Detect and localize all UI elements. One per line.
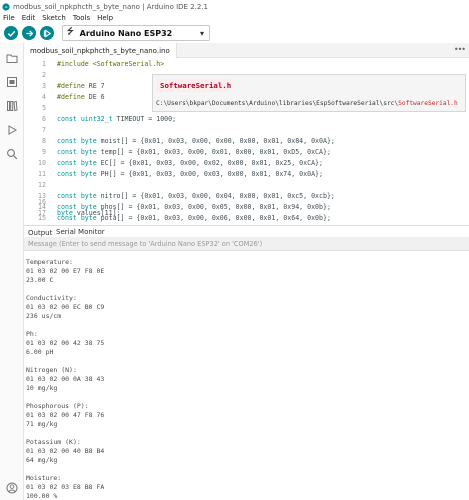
line-number: 5 [42, 103, 46, 112]
line-number: 4 [42, 92, 46, 101]
code-line-4: #define DE 6 [57, 92, 105, 101]
search-icon[interactable] [6, 145, 18, 160]
title-bar: ∞ modbus_soil_npkphcth_s_byte_nano | Ard… [0, 0, 469, 13]
check-icon [7, 30, 15, 37]
code-line-17: byte values[11]; [57, 208, 121, 217]
serial-line: 64 mg/kg [26, 456, 58, 464]
debug-side-icon[interactable] [6, 121, 18, 135]
serial-line: 6.00 pH [26, 348, 54, 356]
chevron-down-icon: ▾ [199, 29, 204, 38]
include-hover-tooltip: SoftwareSerial.h C:\Users\bkpar\Document… [152, 74, 466, 112]
toolbar: ⭍ Arduino Nano ESP32 ▾ [0, 23, 469, 43]
serial-line: 236 us/cm [26, 312, 62, 320]
activity-sidebar [0, 43, 24, 500]
serial-line: 23.00 C [26, 276, 54, 284]
serial-message-input[interactable] [28, 239, 408, 249]
code-line-1: #include <SoftwareSerial.h> [57, 59, 165, 68]
account-icon[interactable] [6, 479, 18, 494]
line-number: 3 [42, 81, 46, 90]
line-number: 9 [42, 147, 46, 156]
menu-sketch[interactable]: Sketch [42, 14, 66, 22]
hover-path[interactable]: C:\Users\bkpar\Documents\Arduino\librari… [156, 100, 458, 107]
sketchbook-folder-icon[interactable] [6, 49, 18, 63]
tab-sketch[interactable]: modbus_soil_npkphcth_s_byte_nano.ino [24, 43, 177, 58]
more-icon[interactable]: ••• [454, 45, 466, 54]
boards-manager-icon[interactable] [6, 73, 18, 87]
menu-bar: File Edit Sketch Tools Help [0, 13, 469, 23]
line-number: 6 [42, 114, 46, 123]
line-number: 10 [38, 158, 46, 167]
debug-icon [43, 28, 51, 38]
menu-edit[interactable]: Edit [22, 14, 36, 22]
board-name: Arduino Nano ESP32 [79, 28, 173, 38]
board-selector[interactable]: ⭍ Arduino Nano ESP32 ▾ [62, 25, 210, 41]
menu-tools[interactable]: Tools [73, 14, 90, 22]
line-number: 11 [38, 169, 46, 178]
line-number: 16 [38, 197, 46, 206]
serial-line: 71 mg/kg [26, 420, 58, 428]
code-line-11: const byte PH[] = {0x01, 0x03, 0x00, 0x0… [57, 169, 323, 178]
verify-button[interactable] [4, 26, 18, 40]
serial-monitor-output: Temperature: 01 03 02 00 E7 F8 0E 23.00 … [24, 252, 469, 500]
window-title: modbus_soil_npkphcth_s_byte_nano | Ardui… [13, 2, 208, 11]
code-line-6: const uint32_t TIMEOUT = 1000; [57, 114, 177, 123]
usb-icon: ⭍ [67, 27, 74, 36]
code-line-3: #define RE 7 [57, 81, 105, 90]
debug-button[interactable] [40, 26, 54, 40]
line-number: 2 [42, 70, 46, 79]
hover-title: SoftwareSerial.h [157, 79, 231, 92]
line-number: 7 [42, 125, 46, 134]
line-number: 1 [42, 59, 46, 68]
line-number: 12 [38, 180, 46, 189]
code-line-9: const byte temp[] = {0x01, 0x03, 0x00, 0… [57, 147, 331, 156]
arduino-app-icon: ∞ [2, 2, 10, 11]
svg-text:∞: ∞ [4, 4, 7, 9]
bottom-panel-tabs: Output Serial Monitor [24, 225, 469, 238]
editor-tabs: modbus_soil_npkphcth_s_byte_nano.ino ••• [24, 43, 469, 58]
serial-message-bar [24, 237, 469, 251]
tab-sketch-label: modbus_soil_npkphcth_s_byte_nano.ino [30, 46, 170, 55]
serial-line: 100.00 % [26, 492, 58, 500]
serial-line: 10 mg/kg [26, 384, 58, 392]
code-line-17-row: 17 byte values[11]; [24, 207, 469, 218]
code-line-8: const byte moist[] = {0x01, 0x03, 0x00, … [57, 136, 335, 145]
code-line-10: const byte EC[] = {0x01, 0x03, 0x00, 0x0… [57, 158, 323, 167]
library-manager-icon[interactable] [6, 97, 18, 112]
upload-button[interactable] [22, 26, 36, 40]
line-number: 17 [38, 208, 46, 217]
arrow-right-icon [25, 29, 33, 37]
menu-file[interactable]: File [3, 14, 15, 22]
line-number: 8 [42, 136, 46, 145]
menu-help[interactable]: Help [97, 14, 113, 22]
code-line-16-row: 16 [24, 196, 469, 207]
